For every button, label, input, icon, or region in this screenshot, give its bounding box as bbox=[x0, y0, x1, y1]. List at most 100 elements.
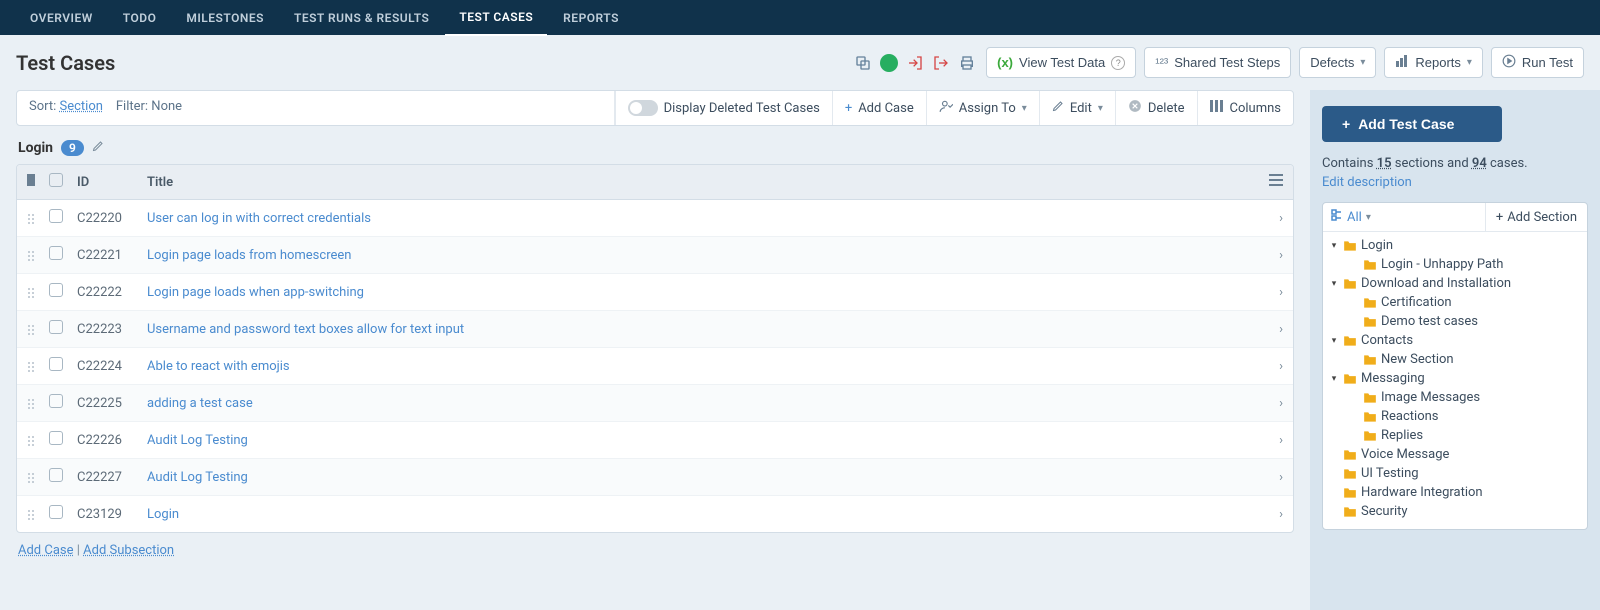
arrow-out-icon[interactable] bbox=[932, 54, 950, 72]
copy-icon[interactable] bbox=[854, 54, 872, 72]
row-checkbox[interactable] bbox=[49, 246, 63, 260]
tree-node[interactable]: ▾Download and Installation bbox=[1329, 274, 1581, 293]
add-case-button[interactable]: +Add Case bbox=[832, 91, 926, 125]
shared-test-steps-button[interactable]: ¹²³Shared Test Steps bbox=[1144, 47, 1291, 78]
drag-handle-icon[interactable] bbox=[27, 396, 49, 409]
expand-row-icon[interactable]: › bbox=[1253, 396, 1283, 411]
triangle-down-icon[interactable]: ▾ bbox=[1329, 241, 1339, 251]
tree-node[interactable]: Demo test cases bbox=[1329, 312, 1581, 331]
tree-node[interactable]: Replies bbox=[1329, 426, 1581, 445]
columns-button[interactable]: Columns bbox=[1197, 91, 1294, 125]
row-checkbox[interactable] bbox=[49, 283, 63, 297]
case-title-link[interactable]: Login bbox=[147, 507, 179, 522]
tree-all-toggle[interactable]: All ▾ bbox=[1323, 203, 1485, 231]
case-title-link[interactable]: Login page loads when app-switching bbox=[147, 285, 364, 300]
display-deleted-toggle[interactable]: Display Deleted Test Cases bbox=[615, 91, 832, 125]
case-title-link[interactable]: User can log in with correct credentials bbox=[147, 211, 371, 226]
add-case-link[interactable]: Add Case bbox=[18, 543, 74, 558]
row-checkbox[interactable] bbox=[49, 320, 63, 334]
sort-filter-box[interactable]: Sort: Section Filter: None bbox=[17, 91, 615, 125]
row-checkbox[interactable] bbox=[49, 505, 63, 519]
case-title-link[interactable]: Audit Log Testing bbox=[147, 470, 248, 485]
row-checkbox[interactable] bbox=[49, 431, 63, 445]
tree-icon bbox=[1331, 209, 1343, 225]
case-title-link[interactable]: Able to react with emojis bbox=[147, 359, 290, 374]
expand-row-icon[interactable]: › bbox=[1253, 211, 1283, 226]
triangle-down-icon[interactable]: ▾ bbox=[1329, 279, 1339, 289]
delete-button[interactable]: Delete bbox=[1115, 91, 1197, 125]
nav-tab-todo[interactable]: TODO bbox=[109, 1, 171, 35]
expand-row-icon[interactable]: › bbox=[1253, 359, 1283, 374]
tree-node[interactable]: UI Testing bbox=[1329, 464, 1581, 483]
add-test-case-button[interactable]: +Add Test Case bbox=[1322, 106, 1502, 142]
table-row[interactable]: C22221Login page loads from homescreen› bbox=[17, 237, 1293, 274]
tree-node[interactable]: Voice Message bbox=[1329, 445, 1581, 464]
add-subsection-link[interactable]: Add Subsection bbox=[83, 543, 174, 558]
case-title-link[interactable]: Audit Log Testing bbox=[147, 433, 248, 448]
edit-section-icon[interactable] bbox=[92, 140, 104, 156]
drag-handle-icon[interactable] bbox=[27, 285, 49, 298]
expand-row-icon[interactable]: › bbox=[1253, 322, 1283, 337]
reports-button[interactable]: Reports▾ bbox=[1384, 47, 1483, 78]
view-options-icon[interactable] bbox=[1253, 174, 1283, 190]
expand-row-icon[interactable]: › bbox=[1253, 285, 1283, 300]
view-test-data-button[interactable]: (x)View Test Data? bbox=[986, 47, 1136, 78]
table-row[interactable]: C22224Able to react with emojis› bbox=[17, 348, 1293, 385]
tree-node[interactable]: Security bbox=[1329, 502, 1581, 521]
table-row[interactable]: C22227Audit Log Testing› bbox=[17, 459, 1293, 496]
toggle-off-icon[interactable] bbox=[628, 100, 658, 116]
table-row[interactable]: C22225adding a test case› bbox=[17, 385, 1293, 422]
import-icon[interactable] bbox=[880, 54, 898, 72]
select-all-checkbox[interactable] bbox=[49, 173, 63, 187]
edit-button[interactable]: Edit▾ bbox=[1039, 91, 1115, 125]
drag-handle-icon[interactable] bbox=[27, 470, 49, 483]
table-row[interactable]: C22223Username and password text boxes a… bbox=[17, 311, 1293, 348]
row-checkbox[interactable] bbox=[49, 468, 63, 482]
assign-to-button[interactable]: Assign To▾ bbox=[926, 91, 1039, 125]
row-checkbox[interactable] bbox=[49, 394, 63, 408]
expand-row-icon[interactable]: › bbox=[1253, 470, 1283, 485]
case-title-link[interactable]: Username and password text boxes allow f… bbox=[147, 322, 464, 337]
tree-node[interactable]: ▾Login bbox=[1329, 236, 1581, 255]
tree-node[interactable]: Hardware Integration bbox=[1329, 483, 1581, 502]
triangle-down-icon[interactable]: ▾ bbox=[1329, 336, 1339, 346]
edit-description-link[interactable]: Edit description bbox=[1322, 175, 1588, 190]
expand-row-icon[interactable]: › bbox=[1253, 433, 1283, 448]
drag-handle-icon[interactable] bbox=[27, 433, 49, 446]
drag-handle-icon[interactable] bbox=[27, 211, 49, 224]
add-section-button[interactable]: +Add Section bbox=[1485, 203, 1587, 231]
drag-handle-icon[interactable] bbox=[27, 507, 49, 520]
expand-row-icon[interactable]: › bbox=[1253, 248, 1283, 263]
nav-tab-milestones[interactable]: MILESTONES bbox=[172, 1, 278, 35]
print-icon[interactable] bbox=[958, 54, 976, 72]
nav-tab-reports[interactable]: REPORTS bbox=[549, 1, 633, 35]
run-test-button[interactable]: Run Test bbox=[1491, 47, 1584, 78]
case-title-link[interactable]: Login page loads from homescreen bbox=[147, 248, 351, 263]
arrow-in-icon[interactable] bbox=[906, 54, 924, 72]
case-title-link[interactable]: adding a test case bbox=[147, 396, 253, 411]
tree-node[interactable]: Reactions bbox=[1329, 407, 1581, 426]
nav-tab-overview[interactable]: OVERVIEW bbox=[16, 1, 107, 35]
drag-handle-icon[interactable] bbox=[27, 248, 49, 261]
row-checkbox[interactable] bbox=[49, 357, 63, 371]
tree-node[interactable]: Image Messages bbox=[1329, 388, 1581, 407]
table-row[interactable]: C22226Audit Log Testing› bbox=[17, 422, 1293, 459]
expand-row-icon[interactable]: › bbox=[1253, 507, 1283, 522]
tree-node[interactable]: Certification bbox=[1329, 293, 1581, 312]
row-checkbox[interactable] bbox=[49, 209, 63, 223]
nav-tab-test-cases[interactable]: TEST CASES bbox=[445, 0, 547, 36]
id-column-header[interactable]: ID bbox=[77, 175, 147, 190]
tree-node[interactable]: Login - Unhappy Path bbox=[1329, 255, 1581, 274]
triangle-down-icon[interactable]: ▾ bbox=[1329, 374, 1339, 384]
drag-handle-icon[interactable] bbox=[27, 322, 49, 335]
table-row[interactable]: C22222Login page loads when app-switchin… bbox=[17, 274, 1293, 311]
defects-button[interactable]: Defects▾ bbox=[1299, 47, 1376, 78]
tree-node[interactable]: ▾Messaging bbox=[1329, 369, 1581, 388]
nav-tab-test-runs-results[interactable]: TEST RUNS & RESULTS bbox=[280, 1, 443, 35]
drag-handle-icon[interactable] bbox=[27, 359, 49, 372]
title-column-header[interactable]: Title bbox=[147, 175, 1253, 190]
table-row[interactable]: C23129Login› bbox=[17, 496, 1293, 532]
tree-node[interactable]: ▾Contacts bbox=[1329, 331, 1581, 350]
table-row[interactable]: C22220User can log in with correct crede… bbox=[17, 200, 1293, 237]
tree-node[interactable]: New Section bbox=[1329, 350, 1581, 369]
